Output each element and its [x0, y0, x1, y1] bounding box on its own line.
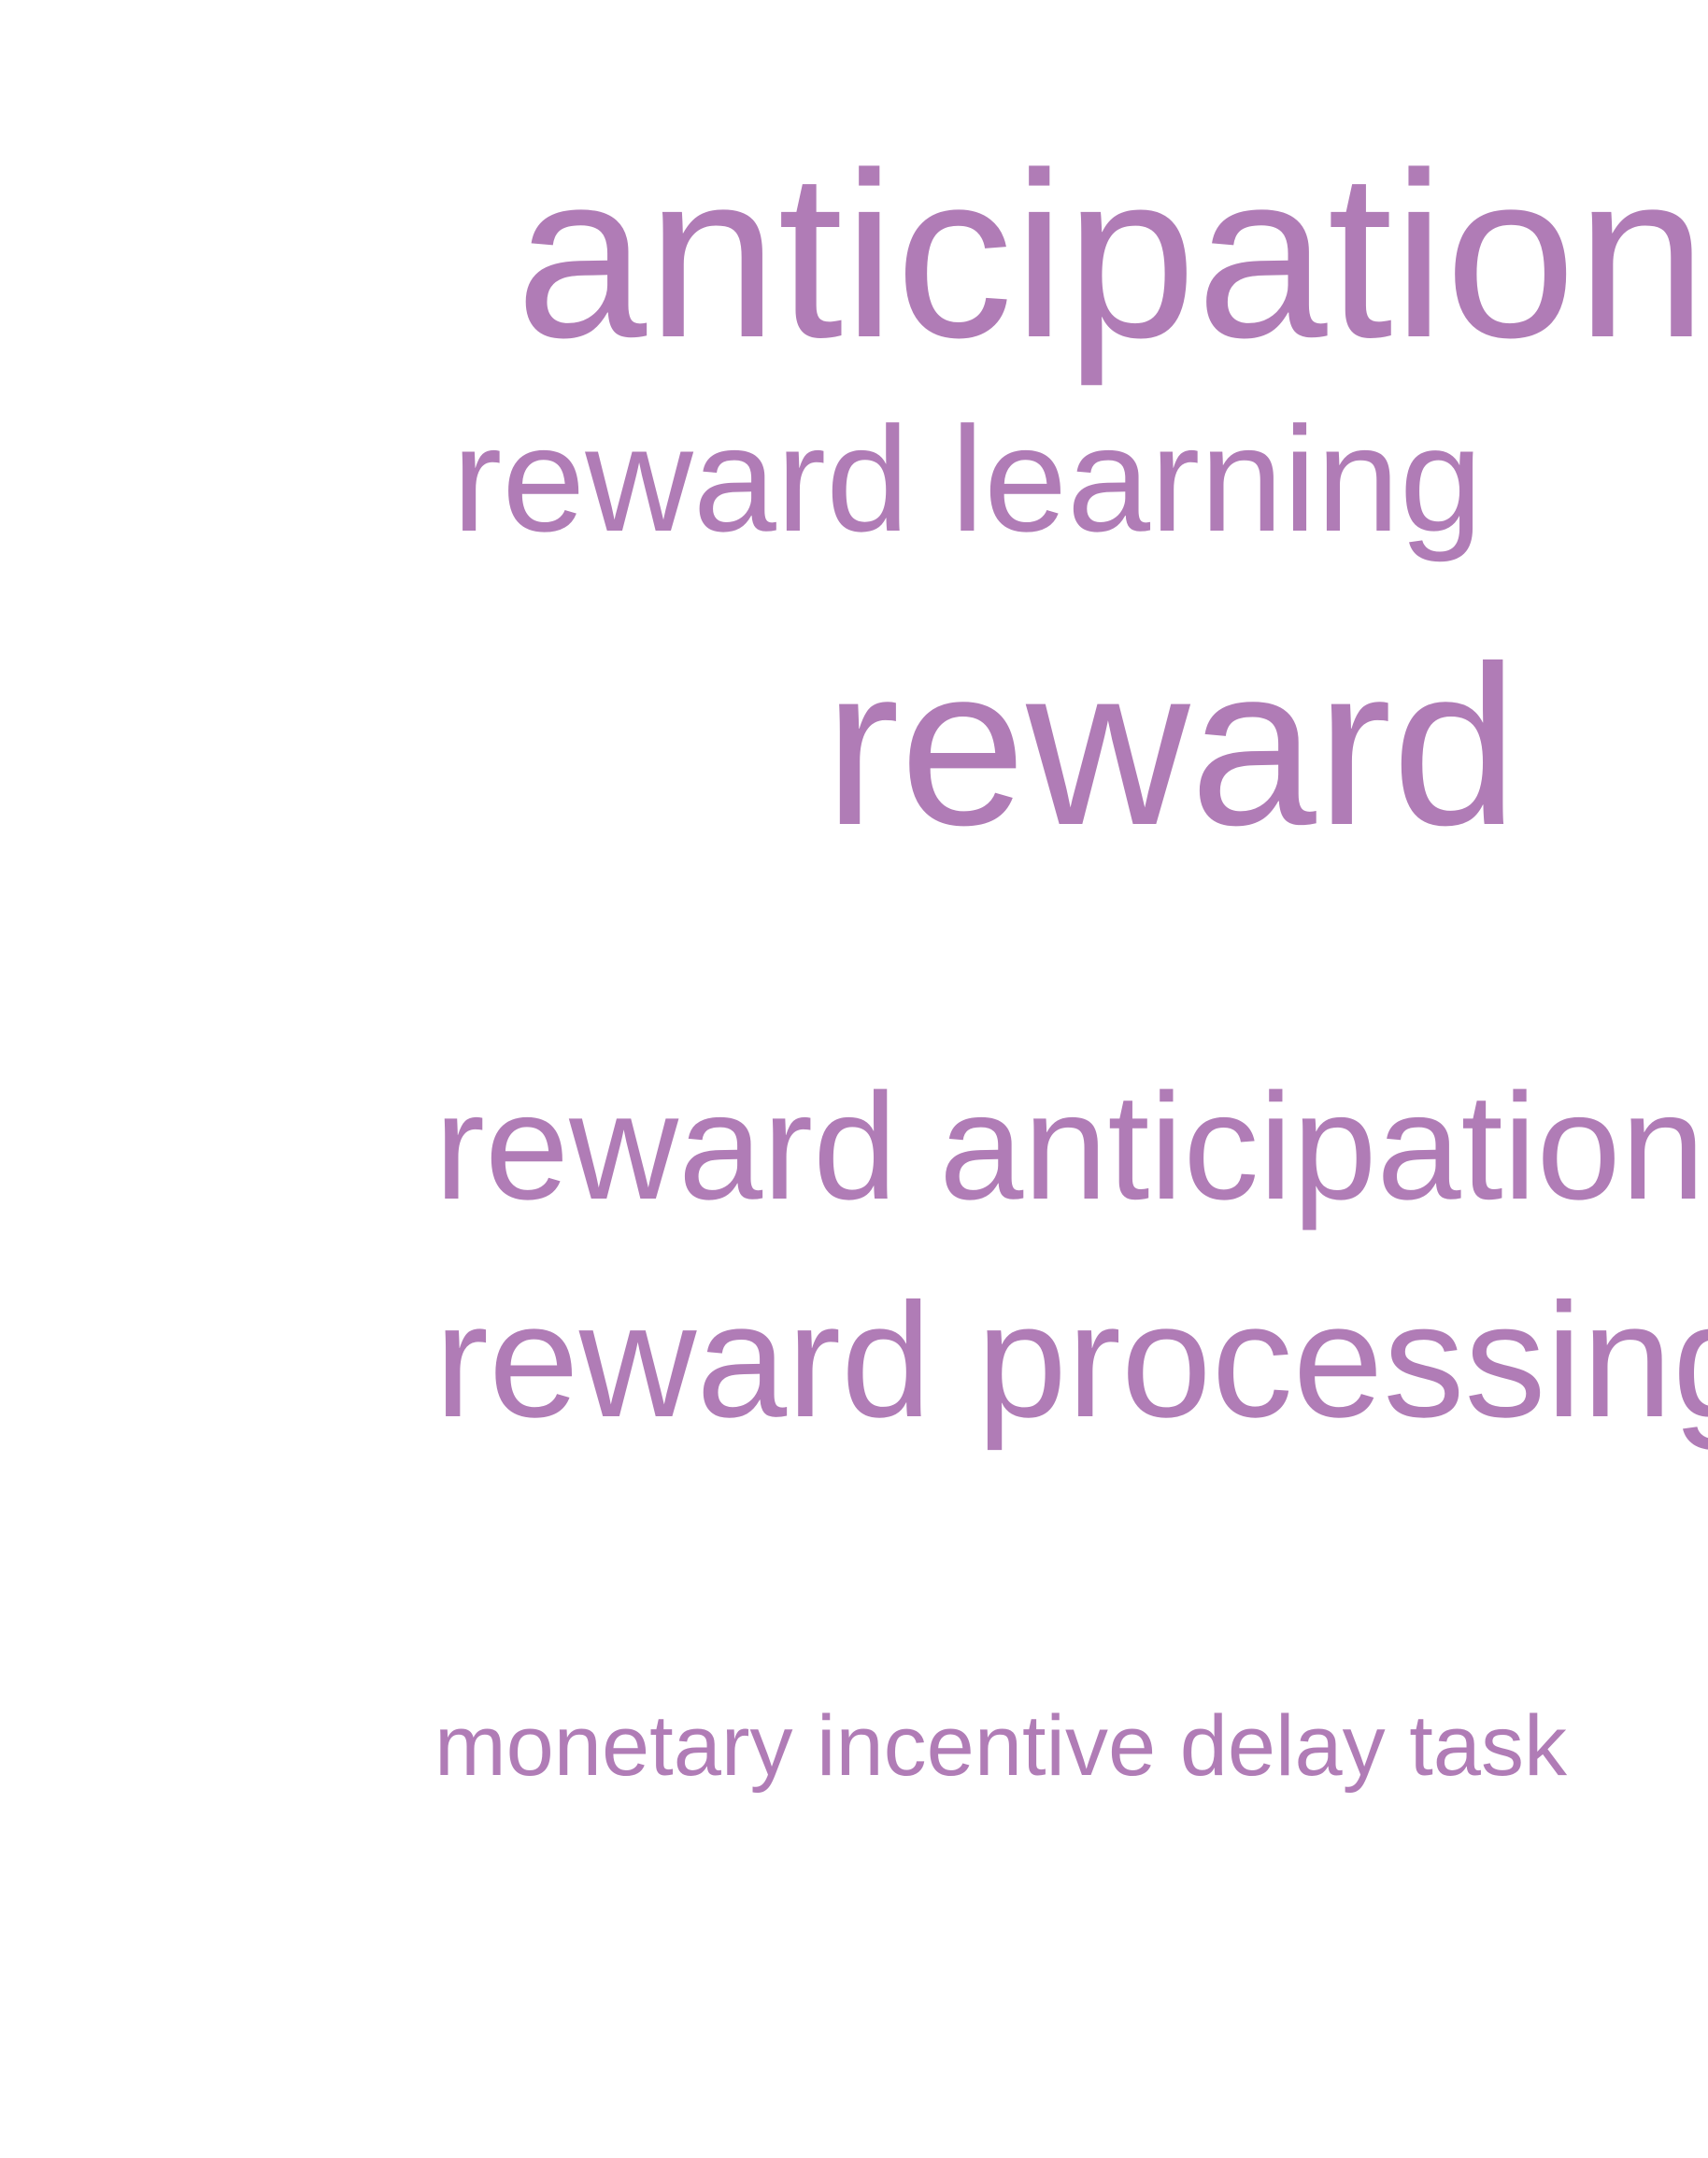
- term-reward-anticipation: reward anticipation: [434, 1062, 1705, 1231]
- term-monetary-incentive-delay-task: monetary incentive delay task: [434, 1698, 1567, 1794]
- term-reward-processing: reward processing: [434, 1269, 1708, 1451]
- term-reward: reward: [824, 619, 1518, 873]
- term-anticipation: anticipation: [516, 124, 1707, 387]
- term-reward-learning: reward learning: [452, 395, 1483, 562]
